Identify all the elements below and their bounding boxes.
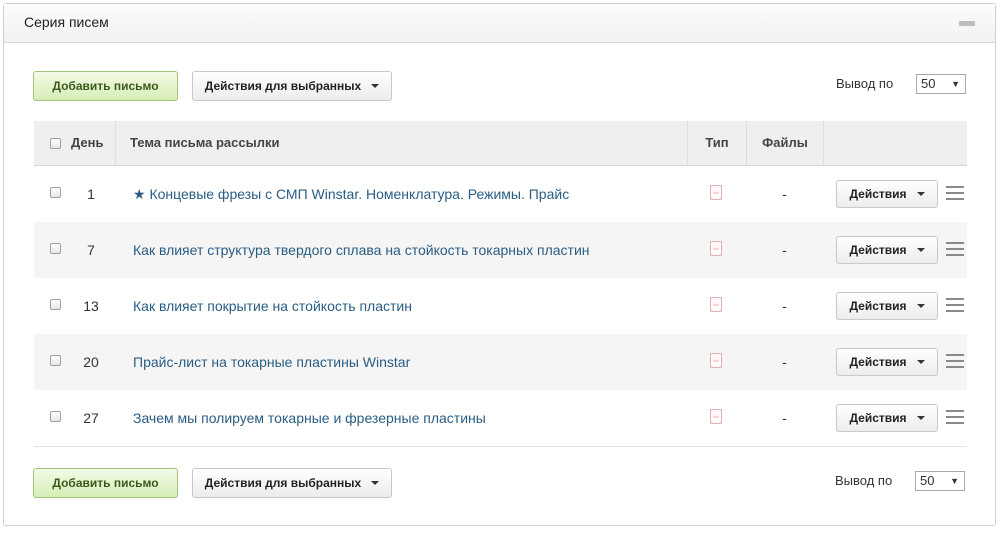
drag-handle-icon[interactable]	[946, 242, 964, 257]
table-row: 7 Как влияет структура твердого сплава на…	[34, 222, 967, 278]
html-file-icon	[710, 185, 722, 200]
table-header: День Тема письма рассылки Тип Файлы	[34, 121, 967, 166]
drag-handle-icon[interactable]	[946, 354, 964, 369]
table-body: 1 ★ Концевые фрезы с СМП Winstar. Номенкл…	[34, 166, 967, 447]
drag-handle-icon[interactable]	[946, 410, 964, 425]
row-day: 13	[83, 298, 99, 314]
row-actions-button[interactable]: Действия	[836, 292, 938, 320]
add-letter-button-top[interactable]: Добавить письмо	[33, 71, 178, 101]
row-checkbox[interactable]	[50, 299, 61, 310]
letters-table: День Тема письма рассылки Тип Файлы 1 ★ К…	[34, 121, 967, 447]
perpage-value: 50	[920, 473, 935, 488]
perpage-value: 50	[921, 76, 936, 91]
row-actions-label: Действия	[849, 187, 907, 201]
header-subject[interactable]: Тема письма рассылки	[115, 121, 687, 165]
header-files: Файлы	[746, 121, 823, 165]
row-files: -	[782, 186, 787, 202]
row-files: -	[782, 354, 787, 370]
perpage-select-top[interactable]: 50 ▼	[916, 74, 966, 94]
table-row: 1 ★ Концевые фрезы с СМП Winstar. Номенкл…	[34, 166, 967, 222]
row-subject-link[interactable]: Как влияет покрытие на стойкость пластин	[133, 278, 655, 334]
row-subject-link[interactable]: Как влияет структура твердого сплава на …	[133, 222, 655, 278]
panel-header: Серия писем	[4, 4, 995, 43]
row-subject-link[interactable]: ★ Концевые фрезы с СМП Winstar. Номенкла…	[133, 166, 655, 222]
add-letter-button-bottom[interactable]: Добавить письмо	[33, 468, 178, 498]
row-checkbox[interactable]	[50, 411, 61, 422]
row-files: -	[782, 298, 787, 314]
row-checkbox[interactable]	[50, 187, 61, 198]
bulk-actions-label: Действия для выбранных	[204, 476, 362, 490]
select-all-checkbox[interactable]	[50, 138, 61, 149]
row-day: 20	[83, 354, 99, 370]
drag-handle-icon[interactable]	[946, 186, 964, 201]
header-type: Тип	[687, 121, 746, 165]
html-file-icon	[710, 409, 722, 424]
perpage-select-bottom[interactable]: 50 ▼	[915, 471, 965, 491]
row-checkbox[interactable]	[50, 243, 61, 254]
table-row: 13 Как влияет покрытие на стойкость пласт…	[34, 278, 967, 334]
caret-down-icon	[916, 360, 925, 364]
bulk-actions-label: Действия для выбранных	[204, 79, 362, 93]
collapse-icon[interactable]	[959, 21, 975, 26]
caret-down-icon	[916, 416, 925, 420]
row-day: 1	[87, 186, 95, 202]
row-subject-link[interactable]: Зачем мы полируем токарные и фрезерные п…	[133, 390, 655, 446]
caret-down-icon	[371, 84, 380, 88]
row-actions-button[interactable]: Действия	[836, 348, 938, 376]
add-letter-label: Добавить письмо	[52, 476, 159, 490]
select-arrow-icon: ▼	[951, 79, 960, 89]
bulk-actions-button-bottom[interactable]: Действия для выбранных	[192, 468, 392, 498]
html-file-icon	[710, 297, 722, 312]
row-day: 27	[83, 410, 99, 426]
add-letter-label: Добавить письмо	[52, 79, 159, 93]
row-subject-link[interactable]: Прайс-лист на токарные пластины Winstar	[133, 334, 655, 390]
row-checkbox[interactable]	[50, 355, 61, 366]
panel-title: Серия писем	[24, 14, 109, 30]
row-day: 7	[87, 242, 95, 258]
row-actions-button[interactable]: Действия	[836, 180, 938, 208]
caret-down-icon	[916, 248, 925, 252]
row-actions-label: Действия	[849, 243, 907, 257]
perpage-label-top: Вывод по	[836, 76, 894, 91]
html-file-icon	[710, 241, 722, 256]
row-actions-label: Действия	[849, 299, 907, 313]
table-row: 20 Прайс-лист на токарные пластины Winsta…	[34, 334, 967, 390]
table-row: 27 Зачем мы полируем токарные и фрезерные…	[34, 390, 967, 447]
drag-handle-icon[interactable]	[946, 298, 964, 313]
row-actions-label: Действия	[849, 411, 907, 425]
row-files: -	[782, 242, 787, 258]
row-actions-label: Действия	[849, 355, 907, 369]
letter-series-panel: Серия писем Добавить письмо Действия для…	[3, 3, 996, 526]
caret-down-icon	[916, 304, 925, 308]
caret-down-icon	[916, 192, 925, 196]
perpage-label-bottom: Вывод по	[835, 473, 893, 488]
row-actions-button[interactable]: Действия	[836, 404, 938, 432]
row-actions-button[interactable]: Действия	[836, 236, 938, 264]
row-files: -	[782, 410, 787, 426]
header-day[interactable]: День	[71, 121, 104, 165]
header-actions	[823, 121, 967, 165]
bulk-actions-button-top[interactable]: Действия для выбранных	[192, 71, 392, 101]
html-file-icon	[710, 353, 722, 368]
caret-down-icon	[371, 481, 380, 485]
select-arrow-icon: ▼	[950, 476, 959, 486]
